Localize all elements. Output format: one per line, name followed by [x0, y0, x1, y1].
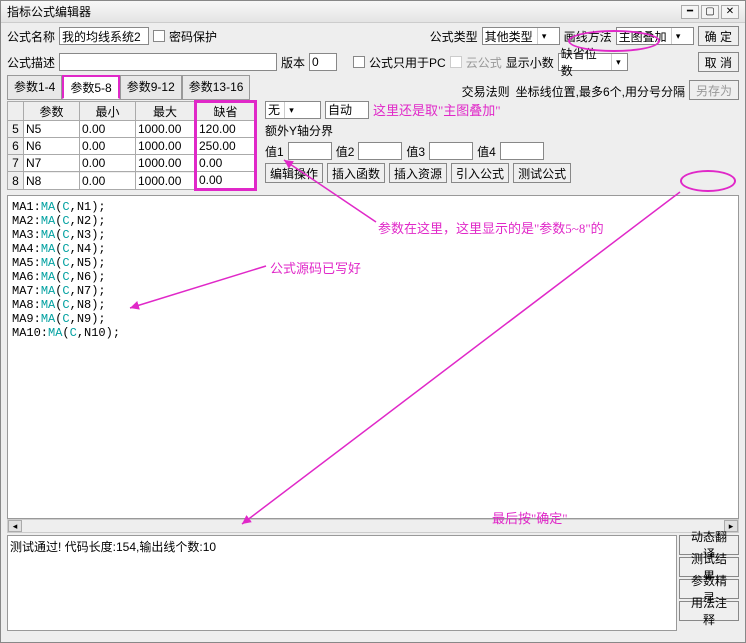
- status-output: 测试通过! 代码长度:154,输出线个数:10: [7, 535, 677, 631]
- minimize-button[interactable]: ━: [681, 5, 699, 19]
- pwd-checkbox[interactable]: [153, 30, 165, 42]
- param-name-input[interactable]: [24, 121, 79, 137]
- param-def-input[interactable]: [197, 155, 254, 171]
- col-max: 最大: [136, 102, 196, 121]
- param-def-input[interactable]: [197, 138, 254, 154]
- insert-func-button[interactable]: 插入函数: [327, 163, 385, 183]
- saveas-button[interactable]: 另存为: [689, 80, 739, 100]
- cloud-checkbox: [450, 56, 462, 68]
- param-min-input[interactable]: [80, 155, 135, 171]
- table-row: 6: [8, 138, 256, 155]
- pwd-label: 密码保护: [169, 28, 217, 45]
- param-max-input[interactable]: [136, 155, 194, 171]
- rule-label: 交易法则: [462, 83, 510, 100]
- param-name-input[interactable]: [24, 173, 79, 189]
- code-editor[interactable]: MA1:MA(C,N1); MA2:MA(C,N2); MA3:MA(C,N3)…: [7, 195, 739, 519]
- param-min-input[interactable]: [80, 121, 135, 137]
- name-label: 公式名称: [7, 28, 55, 45]
- tab-params-1-4[interactable]: 参数1-4: [7, 75, 62, 99]
- draw-select[interactable]: 主图叠加▾: [616, 27, 694, 45]
- type-label: 公式类型: [430, 28, 478, 45]
- desc-input[interactable]: [59, 53, 277, 71]
- col-min: 最小: [80, 102, 136, 121]
- param-def-input[interactable]: [197, 172, 254, 188]
- col-default: 缺省: [196, 102, 256, 121]
- param-table: 参数 最小 最大 缺省 5 6 7 8: [7, 100, 257, 191]
- side-buttons: 动态翻译 测试结果 参数精灵 用法注释: [679, 535, 739, 631]
- param-min-input[interactable]: [80, 173, 135, 189]
- table-row: 5: [8, 121, 256, 138]
- pc-label: 公式只用于PC: [369, 54, 446, 71]
- param-name-input[interactable]: [24, 138, 79, 154]
- tab-params-13-16[interactable]: 参数13-16: [182, 75, 251, 99]
- param-name-input[interactable]: [24, 155, 79, 171]
- table-row: 7: [8, 155, 256, 172]
- extra-y-label: 额外Y轴分界: [265, 122, 333, 139]
- name-input[interactable]: [59, 27, 149, 45]
- rule-select[interactable]: 无▾: [265, 101, 321, 119]
- pc-checkbox[interactable]: [353, 56, 365, 68]
- param-table-wrap: 参数 最小 最大 缺省 5 6 7 8: [7, 100, 257, 191]
- usage-note-button[interactable]: 用法注释: [679, 601, 739, 621]
- cancel-button[interactable]: 取 消: [698, 52, 739, 72]
- import-formula-button[interactable]: 引入公式: [451, 163, 509, 183]
- edit-action-button[interactable]: 编辑操作: [265, 163, 323, 183]
- tab-params-5-8[interactable]: 参数5-8: [62, 75, 119, 99]
- draw-label: 画线方法: [564, 28, 612, 45]
- param-max-input[interactable]: [136, 173, 194, 189]
- desc-label: 公式描述: [7, 54, 55, 71]
- close-button[interactable]: ✕: [721, 5, 739, 19]
- param-min-input[interactable]: [80, 138, 135, 154]
- value1-input[interactable]: [288, 142, 332, 160]
- maximize-button[interactable]: ▢: [701, 5, 719, 19]
- col-name: 参数: [24, 102, 80, 121]
- h-scrollbar[interactable]: ◂ ▸: [7, 519, 739, 533]
- value2-input[interactable]: [358, 142, 402, 160]
- param-def-input[interactable]: [197, 121, 254, 137]
- value4-input[interactable]: [500, 142, 544, 160]
- coord-label: 坐标线位置,最多6个,用分号分隔: [516, 83, 685, 100]
- auto-input[interactable]: [325, 101, 369, 119]
- chevron-down-icon[interactable]: ▾: [671, 28, 685, 44]
- action-buttons: 编辑操作 插入函数 插入资源 引入公式 测试公式: [265, 163, 739, 183]
- right-panel: 无▾ 这里还是取"主图叠加" 额外Y轴分界 值1 值2 值3 值4 编辑操作 插…: [257, 100, 739, 191]
- chevron-down-icon[interactable]: ▾: [611, 54, 625, 70]
- scroll-left-icon[interactable]: ◂: [8, 520, 22, 532]
- value3-input[interactable]: [429, 142, 473, 160]
- tab-params-9-12[interactable]: 参数9-12: [120, 75, 182, 99]
- ver-input[interactable]: [309, 53, 337, 71]
- dec-select[interactable]: 缺省位数▾: [558, 53, 628, 71]
- row-formula-desc: 公式描述 版本 公式只用于PC 云公式 显示小数 缺省位数▾ 取 消: [1, 49, 745, 75]
- window-title: 指标公式编辑器: [7, 3, 679, 20]
- chevron-down-icon[interactable]: ▾: [284, 102, 298, 118]
- ver-label: 版本: [281, 54, 305, 71]
- param-max-input[interactable]: [136, 121, 194, 137]
- insert-res-button[interactable]: 插入资源: [389, 163, 447, 183]
- ok-button[interactable]: 确 定: [698, 26, 739, 46]
- type-select[interactable]: 其他类型▾: [482, 27, 560, 45]
- cloud-label: 云公式: [466, 54, 502, 71]
- annotation-1: 这里还是取"主图叠加": [373, 100, 501, 119]
- param-max-input[interactable]: [136, 138, 194, 154]
- table-row: 8: [8, 172, 256, 190]
- titlebar: 指标公式编辑器 ━ ▢ ✕: [1, 1, 745, 23]
- test-formula-button[interactable]: 测试公式: [513, 163, 571, 183]
- chevron-down-icon[interactable]: ▾: [537, 28, 551, 44]
- dec-label: 显示小数: [506, 54, 554, 71]
- row-formula-name: 公式名称 密码保护 公式类型 其他类型▾ 画线方法 主图叠加▾ 确 定: [1, 23, 745, 49]
